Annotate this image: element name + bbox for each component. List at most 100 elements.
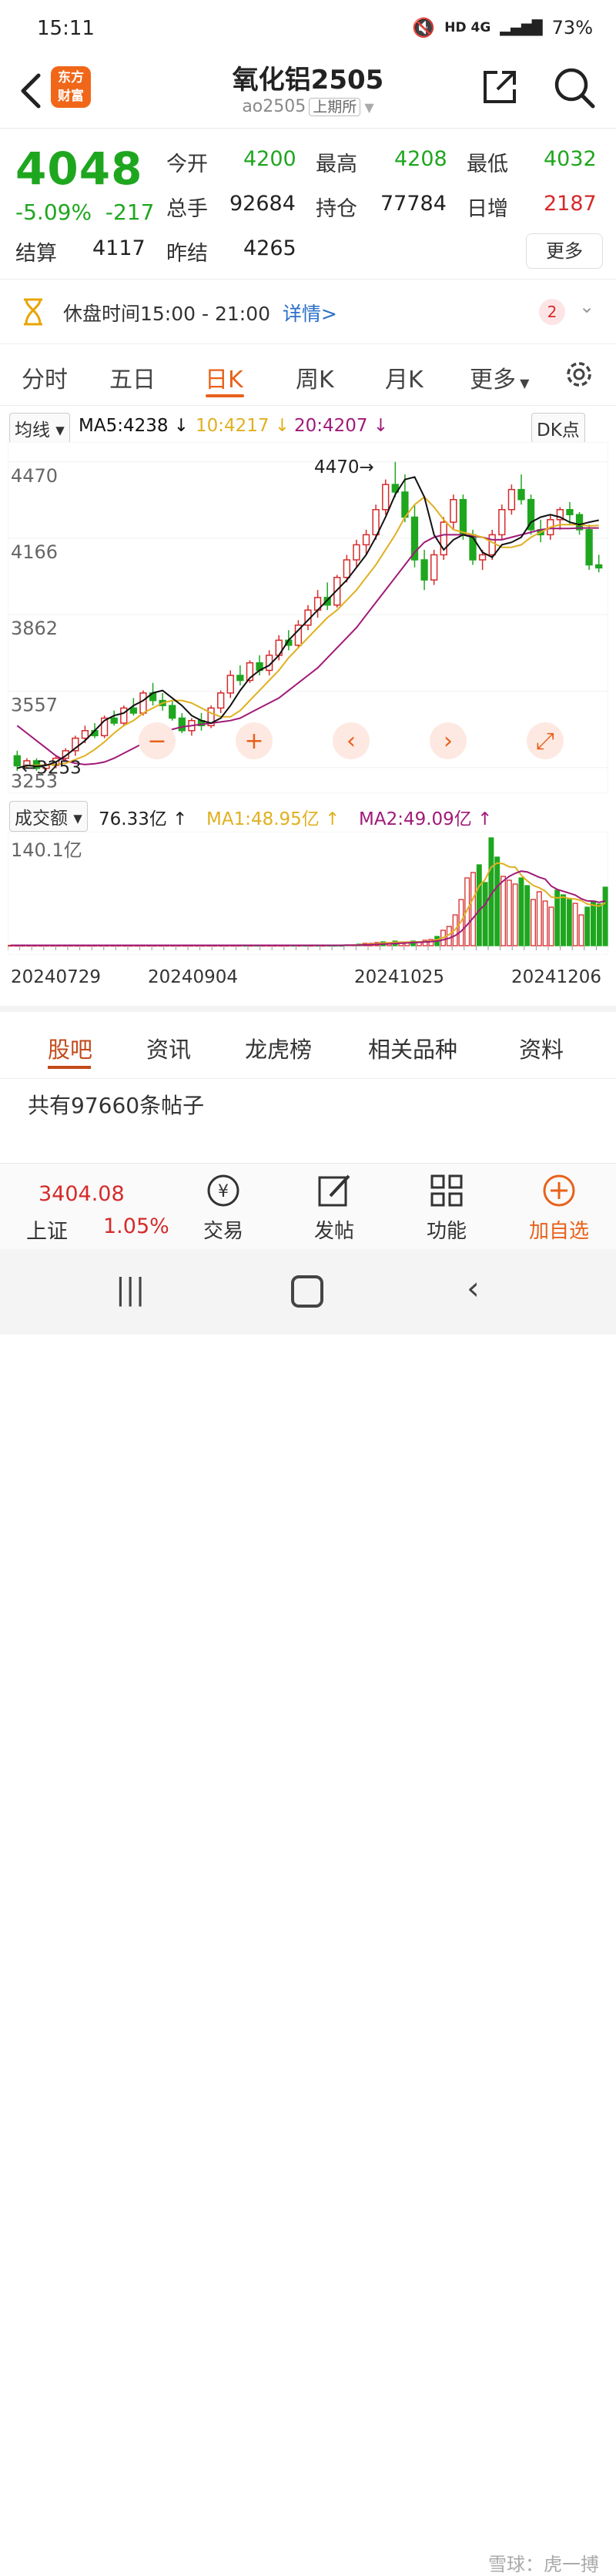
high-annotation: 4470→ — [314, 457, 374, 477]
tab-news[interactable]: 资讯 — [146, 1032, 191, 1064]
volume-bar — [476, 864, 482, 946]
chevron-down-icon: ▼ — [360, 100, 374, 115]
candle — [81, 730, 89, 739]
volume-bar — [500, 876, 506, 946]
post-button[interactable]: 发帖 — [305, 1171, 363, 1244]
candle — [420, 559, 428, 581]
tab-more[interactable]: 更多 ▼ — [470, 360, 529, 394]
mute-icon: 🔇 — [412, 17, 436, 39]
tab-dragon-tiger[interactable]: 龙虎榜 — [245, 1032, 312, 1064]
status-time: 15:11 — [37, 17, 95, 40]
functions-button[interactable]: 功能 — [417, 1171, 476, 1244]
page-title: 氧化铝2505 — [232, 65, 384, 95]
volume-label: 总手 — [166, 197, 208, 221]
candle — [343, 559, 351, 578]
index-name[interactable]: 上证 — [26, 1214, 68, 1244]
ma-selector[interactable]: 均线 ▾ — [9, 413, 70, 444]
recent-apps-icon[interactable]: ||| — [116, 1272, 145, 1306]
candle — [585, 529, 593, 566]
candle — [430, 554, 438, 581]
more-button[interactable]: 更多 — [526, 233, 603, 269]
tab-intraday[interactable]: 分时 — [22, 360, 68, 394]
grid-icon — [430, 1174, 463, 1207]
period-tabs: 分时 五日 日K 周K 月K 更多 ▼ — [0, 345, 616, 406]
network-label: HD 4G — [444, 20, 491, 35]
share-icon[interactable] — [480, 68, 519, 106]
y-tick-label: 4166 — [11, 541, 58, 563]
search-icon[interactable] — [551, 65, 598, 111]
dayinc-value: 2187 — [544, 192, 597, 216]
candle — [372, 509, 380, 536]
candle — [120, 707, 128, 724]
candle — [517, 488, 525, 501]
ma10-value: 10:4217 ↓ — [196, 416, 290, 436]
hourglass-icon — [24, 298, 42, 326]
watermark: 雪球：虎一搏 — [488, 2554, 599, 2575]
index-pct[interactable]: 1.05% — [103, 1214, 169, 1238]
candle — [13, 755, 21, 767]
high-label: 最高 — [316, 152, 357, 176]
minus-icon-glyph: − — [147, 728, 166, 755]
tab-related[interactable]: 相关品种 — [368, 1032, 457, 1064]
tab-profile[interactable]: 资料 — [519, 1032, 564, 1064]
dayinc-label: 日增 — [467, 197, 508, 221]
volume-bar — [572, 903, 578, 946]
active-tab-indicator — [48, 1066, 91, 1069]
contract-code[interactable]: ao2505 上期所 ▼ — [0, 95, 616, 116]
volume-bar — [512, 883, 518, 946]
trade-button[interactable]: ¥ 交易 — [194, 1171, 253, 1244]
low-annotation: ←3253 — [22, 759, 82, 779]
high-value: 4208 — [394, 147, 447, 171]
candle — [595, 564, 603, 569]
open-label: 今开 — [166, 152, 208, 176]
volume-bar — [584, 906, 591, 946]
header: 东方 财富 氧化铝2505 ao2505 上期所 ▼ — [0, 54, 616, 129]
volume-bar — [536, 891, 542, 946]
add-watchlist-button[interactable]: 加自选 — [521, 1171, 598, 1244]
volume-chart[interactable]: 140.1亿 — [8, 832, 608, 955]
date-label: 20240729 — [11, 967, 102, 987]
ma5-value: MA5:4238 ↓ — [79, 416, 189, 436]
candle — [507, 488, 516, 511]
oi-label: 持仓 — [316, 197, 357, 221]
candlestick-chart[interactable]: 447041663862355732534470→←3253− + ‹ › ⤢ — [8, 442, 608, 793]
chevron-right-icon-glyph: › — [444, 728, 453, 755]
last-price: 4048 — [15, 142, 143, 195]
exchange-badge: 上期所 — [309, 98, 361, 116]
candle — [478, 554, 487, 561]
home-icon[interactable] — [291, 1275, 323, 1308]
dk-point-button[interactable]: DK点 — [531, 413, 585, 444]
system-nav-bar: ||| ‹ 雪球：虎一搏 — [0, 1249, 616, 2575]
info-tabs: 股吧 资讯 龙虎榜 相关品种 资料 — [0, 1006, 616, 1079]
volume-bar — [494, 856, 500, 946]
candle — [129, 707, 138, 714]
y-tick-label: 3862 — [11, 618, 58, 639]
candle — [217, 692, 225, 709]
signal-icon: ▂▄▆█ — [500, 19, 543, 36]
detail-link[interactable]: 详情> — [283, 303, 337, 325]
candle — [459, 498, 467, 536]
index-value[interactable]: 3404.08 — [38, 1182, 125, 1206]
tab-daily-k[interactable]: 日K — [205, 360, 243, 394]
trading-hours-notice[interactable]: 休盘时间15:00 - 21:00 详情> 2 ⌄ — [0, 279, 616, 344]
volume-selector[interactable]: 成交额 ▾ — [9, 801, 88, 832]
volume-legend: 成交额 ▾ 76.33亿 ↑ MA1:48.95亿 ↑ MA2:49.09亿 ↑ — [0, 798, 616, 832]
tab-five-day[interactable]: 五日 — [109, 360, 156, 394]
volume-bar — [506, 879, 512, 946]
svg-text:¥: ¥ — [218, 1182, 229, 1201]
volume-max-label: 140.1亿 — [11, 839, 82, 861]
volume-bar — [578, 914, 584, 946]
back-nav-icon[interactable]: ‹ — [467, 1269, 480, 1307]
volume-value: 92684 — [229, 192, 296, 216]
tab-monthly-k[interactable]: 月K — [385, 360, 424, 394]
prev-settle-value: 4265 — [243, 236, 296, 260]
edit-icon — [318, 1174, 350, 1207]
low-label: 最低 — [467, 152, 508, 176]
chevron-down-icon[interactable]: ⌄ — [579, 296, 594, 317]
low-value: 4032 — [544, 147, 597, 171]
tab-weekly-k[interactable]: 周K — [296, 360, 334, 394]
tab-guba[interactable]: 股吧 — [48, 1032, 92, 1064]
chevron-left-icon-glyph: ‹ — [346, 728, 356, 755]
settings-gear-icon[interactable] — [562, 357, 596, 391]
post-count: 共有97660条帖子 — [28, 1093, 205, 1118]
